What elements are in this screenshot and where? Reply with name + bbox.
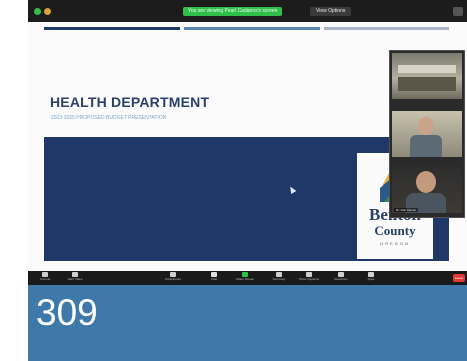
participant-tile[interactable]: [392, 53, 462, 99]
participant-face: [418, 117, 434, 135]
room-desk: [398, 77, 456, 91]
participant-body: [410, 135, 442, 157]
leave-button[interactable]: Leave: [453, 274, 465, 282]
participant-tile[interactable]: [392, 111, 462, 157]
video-gallery[interactable]: Dr. Dan Alonso: [389, 50, 465, 218]
accent-bar-blue: [184, 27, 320, 30]
fullscreen-icon[interactable]: [453, 7, 463, 16]
tool-label: Chat: [210, 277, 218, 281]
tool-label: Share Screen: [235, 277, 255, 281]
tool-label: Start Video: [67, 277, 83, 281]
zoom-window: You are viewing Pearl Cadanos's screen V…: [28, 0, 467, 285]
logo-line-oregon: OREGON: [380, 241, 410, 246]
view-options-button[interactable]: View Options: [310, 7, 352, 16]
slide-title: HEALTH DEPARTMENT: [50, 94, 210, 110]
unmute-button[interactable]: Unmute: [32, 272, 58, 284]
tool-label: Show Captions: [298, 277, 320, 281]
info-icon[interactable]: [44, 8, 51, 15]
security-shield-icon[interactable]: [34, 8, 41, 15]
tool-label: Summary: [272, 277, 286, 281]
tool-label: Unmute: [39, 277, 51, 281]
tool-label: Participants: [165, 277, 181, 281]
title-bar: You are viewing Pearl Cadanos's screen V…: [28, 0, 467, 22]
tool-label: Apps: [367, 277, 375, 281]
tool-label: Reactions: [334, 277, 348, 281]
room-wall: [398, 65, 456, 73]
summary-button[interactable]: Summary: [266, 272, 292, 284]
show-captions-button[interactable]: Show Captions: [296, 272, 322, 284]
slide-subtitle: 2023-2025 PROPOSED BUDGET PRESENTATION: [51, 115, 167, 121]
caption-banner: 309: [28, 285, 467, 361]
caption-number: 309: [36, 292, 98, 333]
accent-bar-grey: [324, 27, 449, 30]
participant-name: Dr. Dan Alonso: [394, 208, 419, 212]
reactions-button[interactable]: Reactions: [328, 272, 354, 284]
apps-button[interactable]: Apps: [358, 272, 384, 284]
share-screen-button[interactable]: Share Screen: [232, 272, 258, 284]
participant-tile[interactable]: Dr. Dan Alonso: [392, 167, 462, 213]
screen-share-banner: You are viewing Pearl Cadanos's screen: [183, 7, 283, 16]
logo-line-county: County: [374, 223, 416, 238]
meeting-toolbar: Unmute Start Video Participants Chat Sha…: [28, 271, 467, 285]
participant-face: [416, 171, 436, 193]
chat-button[interactable]: Chat: [201, 272, 227, 284]
accent-bar-navy: [44, 27, 180, 30]
start-video-button[interactable]: Start Video: [62, 272, 88, 284]
participants-button[interactable]: Participants: [160, 272, 186, 284]
